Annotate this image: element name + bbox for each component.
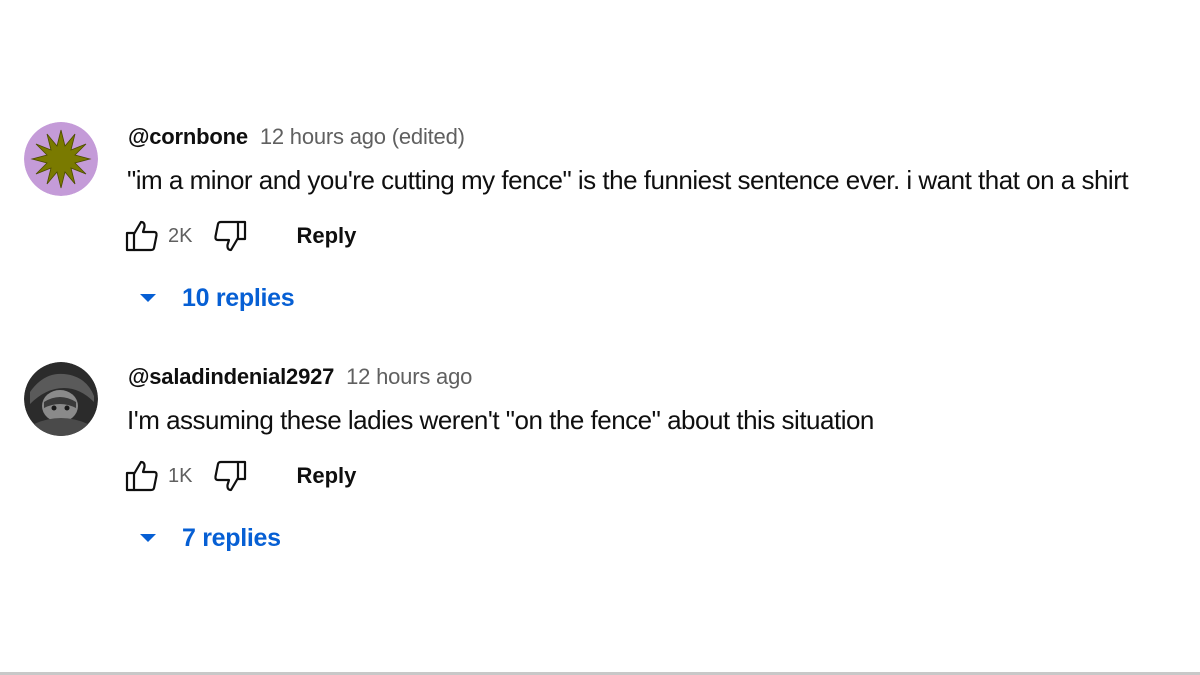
reply-button[interactable]: Reply	[296, 463, 356, 489]
sunburst-avatar-icon	[24, 122, 98, 196]
caret-down-icon	[140, 294, 156, 302]
comment-actions: 1K Reply	[122, 456, 356, 496]
like-count: 2K	[168, 224, 193, 247]
like-button[interactable]	[122, 456, 162, 496]
dislike-button[interactable]	[210, 216, 250, 256]
caret-down-icon	[140, 534, 156, 542]
dislike-button[interactable]	[210, 456, 250, 496]
like-count: 1K	[168, 464, 193, 487]
like-button[interactable]	[122, 216, 162, 256]
thumbs-down-icon	[214, 220, 247, 252]
replies-label: 10 replies	[182, 283, 295, 312]
comment-header: @cornbone 12 hours ago (edited)	[128, 124, 465, 150]
thumbs-up-icon	[125, 460, 158, 492]
comments-section: @cornbone 12 hours ago (edited) "im a mi…	[0, 0, 1200, 675]
comment-actions: 2K Reply	[122, 216, 356, 256]
reply-button[interactable]: Reply	[296, 223, 356, 249]
avatar[interactable]	[24, 362, 98, 436]
avatar[interactable]	[24, 122, 98, 196]
comment-timestamp[interactable]: 12 hours ago	[346, 364, 472, 389]
comment-author[interactable]: @saladindenial2927	[128, 364, 334, 389]
thumbs-down-icon	[214, 460, 247, 492]
comment-author[interactable]: @cornbone	[128, 124, 248, 149]
comment-text: I'm assuming these ladies weren't "on th…	[127, 405, 874, 435]
replies-label: 7 replies	[182, 523, 281, 552]
comment-text: "im a minor and you're cutting my fence"…	[127, 165, 1129, 195]
view-replies-button[interactable]: 10 replies	[136, 278, 295, 318]
dark-character-avatar-icon	[24, 362, 98, 436]
view-replies-button[interactable]: 7 replies	[136, 518, 281, 558]
comment-header: @saladindenial2927 12 hours ago	[128, 364, 472, 390]
thumbs-up-icon	[125, 220, 158, 252]
comment-timestamp[interactable]: 12 hours ago (edited)	[260, 124, 465, 149]
